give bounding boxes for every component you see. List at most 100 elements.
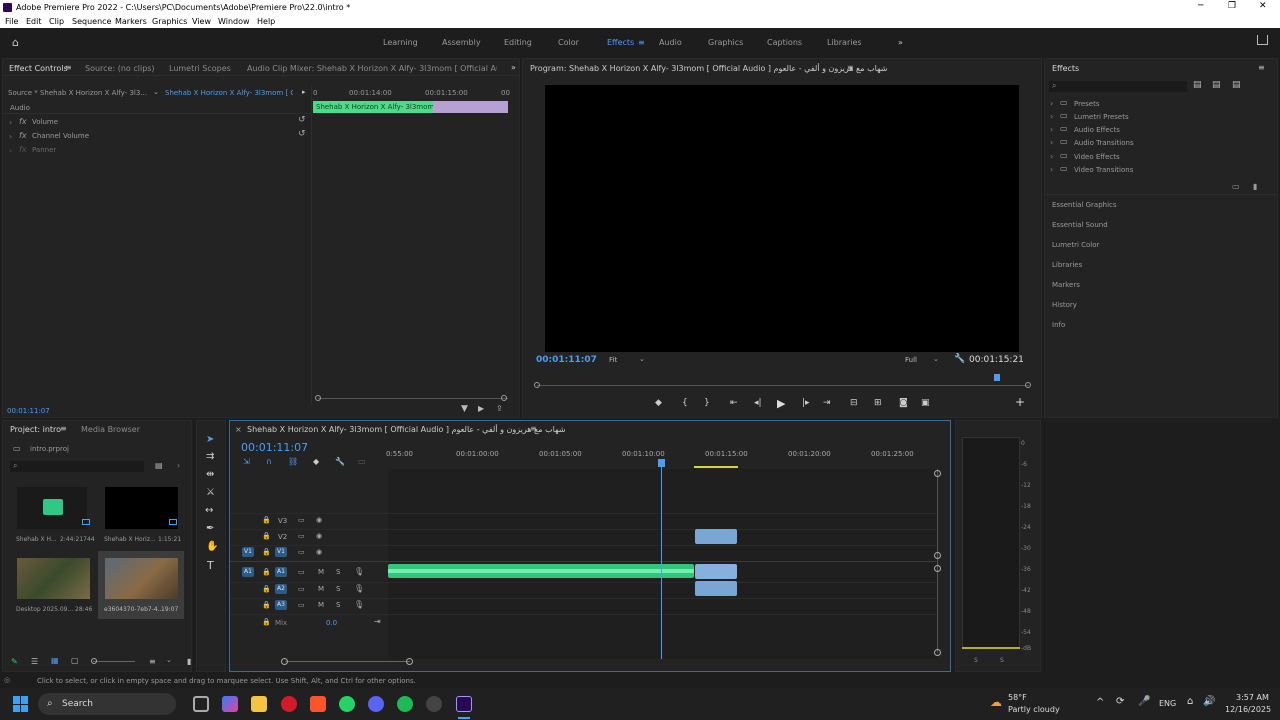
work-area-bar[interactable] [694, 466, 738, 468]
camera-icon[interactable]: ◙ [899, 398, 908, 408]
section-info[interactable]: Info [1052, 321, 1065, 329]
chevron-down-icon[interactable]: ⌄ [639, 355, 645, 363]
project-item-thumb[interactable] [17, 558, 90, 599]
eye-icon[interactable]: ◉ [316, 532, 322, 540]
microphone-icon[interactable]: 🎙 [354, 600, 364, 609]
video-canvas[interactable] [545, 85, 1019, 352]
opera-icon[interactable] [281, 696, 297, 712]
workspace-captions[interactable]: Captions [767, 38, 802, 47]
audio-clip-a2[interactable] [695, 581, 737, 596]
more-icon[interactable]: › [177, 461, 180, 470]
lock-icon[interactable]: 🔒 [262, 568, 271, 576]
tab-effect-controls[interactable]: Effect Controls [9, 64, 68, 73]
fx-icon[interactable]: fx [19, 145, 27, 154]
mark-in-icon[interactable]: { [682, 398, 688, 408]
captions-icon[interactable]: ▭ [358, 457, 366, 466]
lock-icon[interactable]: 🔒 [262, 548, 271, 556]
zoom-slider[interactable] [93, 661, 135, 662]
ripple-edit-tool-icon[interactable]: ⇹ [206, 469, 214, 480]
folder-video-effects[interactable]: Video Effects [1074, 153, 1120, 161]
chevron-down-icon[interactable]: ⌄ [166, 656, 172, 664]
quality-dropdown[interactable]: Full [905, 356, 917, 364]
section-essential-sound[interactable]: Essential Sound [1052, 221, 1108, 229]
effect-row-volume[interactable]: Volume [32, 118, 58, 126]
project-menu-icon[interactable]: ≡ [60, 424, 67, 433]
capcut-icon[interactable] [426, 696, 442, 712]
tab-project[interactable]: Project: intro [10, 425, 61, 434]
expand-arrow-icon[interactable]: › [1050, 99, 1053, 108]
panel-more-button[interactable]: » [511, 63, 516, 72]
playhead-handle[interactable] [658, 459, 665, 467]
task-view-icon[interactable] [193, 696, 209, 712]
clock-time[interactable]: 3:57 AM [1236, 693, 1269, 702]
to-end-icon[interactable]: ⇥ [374, 617, 381, 626]
new-bin-icon[interactable]: ▤ [1193, 80, 1202, 90]
expand-arrow-icon[interactable]: › [1050, 152, 1053, 161]
track-label-a2[interactable]: A2 [275, 584, 287, 594]
brave-icon[interactable] [310, 696, 326, 712]
mic-tray-icon[interactable]: 🎤 [1138, 696, 1150, 707]
timeline-menu-icon[interactable]: ≡ [530, 424, 537, 433]
tab-media-browser[interactable]: Media Browser [81, 425, 140, 434]
hand-tool-icon[interactable]: ✋ [206, 541, 218, 552]
audio-clip-a1-end[interactable] [695, 564, 737, 579]
track-label-v1[interactable]: V1 [275, 547, 287, 557]
wrench-icon[interactable]: 🔧 [954, 354, 965, 364]
close-button[interactable]: ✕ [1259, 1, 1267, 11]
microphone-icon[interactable]: 🎙 [354, 584, 364, 593]
step-back-icon[interactable]: ◂| [754, 398, 762, 408]
source-clip-label[interactable]: Source * Shehab X Horizon X Alfy- 3l3... [8, 89, 148, 97]
whatsapp-icon[interactable] [339, 696, 355, 712]
effect-row-channel-volume[interactable]: Channel Volume [32, 132, 89, 140]
section-markers[interactable]: Markers [1052, 281, 1080, 289]
folder-audio-transitions[interactable]: Audio Transitions [1074, 139, 1134, 147]
track-select-tool-icon[interactable]: ⇉ [206, 451, 214, 462]
sync-icon[interactable]: ▭ [298, 601, 305, 609]
tab-menu-icon[interactable]: ≡ [65, 63, 72, 72]
expand-arrow-icon[interactable]: › [1050, 112, 1053, 121]
menu-clip[interactable]: Clip [49, 17, 64, 26]
compare-icon[interactable]: ▣ [921, 398, 930, 408]
taskbar-search-input[interactable] [38, 693, 176, 715]
extract-icon[interactable]: ⊞ [874, 398, 882, 408]
program-menu-icon[interactable]: ≡ [847, 63, 854, 72]
go-to-in-icon[interactable]: ⇤ [730, 398, 738, 408]
section-history[interactable]: History [1052, 301, 1077, 309]
reset-icon[interactable]: ↺ [298, 115, 306, 125]
mini-clip-end[interactable] [433, 101, 508, 113]
effects-title[interactable]: Effects [1052, 64, 1079, 73]
timeline-close-icon[interactable]: × [235, 425, 242, 434]
menu-graphics[interactable]: Graphics [152, 17, 187, 26]
razor-tool-icon[interactable]: ⚔ [206, 487, 215, 498]
slip-tool-icon[interactable]: ↔ [205, 505, 213, 516]
menu-markers[interactable]: Markers [115, 17, 147, 26]
source-patch-a1[interactable]: A1 [242, 567, 254, 577]
h-scrollbar[interactable] [285, 661, 410, 662]
workspace-color[interactable]: Color [558, 38, 579, 47]
program-playhead[interactable] [994, 374, 1000, 381]
track-label-v3[interactable]: V3 [278, 517, 287, 525]
v-scroll-handle[interactable] [934, 565, 941, 572]
icon-view-icon[interactable]: ▦ [51, 656, 59, 665]
track-label-a3[interactable]: A3 [275, 600, 287, 610]
solo-left-button[interactable]: S [974, 657, 978, 664]
play-only-icon[interactable]: ▸ [302, 88, 306, 96]
program-scrubber[interactable] [537, 385, 1029, 386]
selection-tool-icon[interactable]: ➤ [206, 434, 214, 445]
sync-icon[interactable]: ▭ [298, 548, 305, 556]
menu-edit[interactable]: Edit [26, 17, 42, 26]
effect-controls-timecode[interactable]: 00:01:11:07 [7, 407, 50, 415]
sync-tray-icon[interactable]: ⟳ [1116, 696, 1124, 707]
sync-icon[interactable]: ▭ [298, 568, 305, 576]
automate-icon[interactable]: ▮ [187, 657, 191, 666]
workspace-learning[interactable]: Learning [383, 38, 418, 47]
export-icon[interactable]: ⇪ [496, 404, 503, 413]
section-libraries[interactable]: Libraries [1052, 261, 1082, 269]
mute-button[interactable]: M [318, 568, 324, 576]
track-label-v2[interactable]: V2 [278, 533, 287, 541]
folder-lumetri-presets[interactable]: Lumetri Presets [1074, 113, 1129, 121]
step-forward-icon[interactable]: |▸ [802, 398, 810, 408]
microphone-icon[interactable]: 🎙 [354, 567, 364, 576]
maximize-button[interactable]: ❐ [1228, 1, 1236, 11]
section-lumetri-color[interactable]: Lumetri Color [1052, 241, 1099, 249]
